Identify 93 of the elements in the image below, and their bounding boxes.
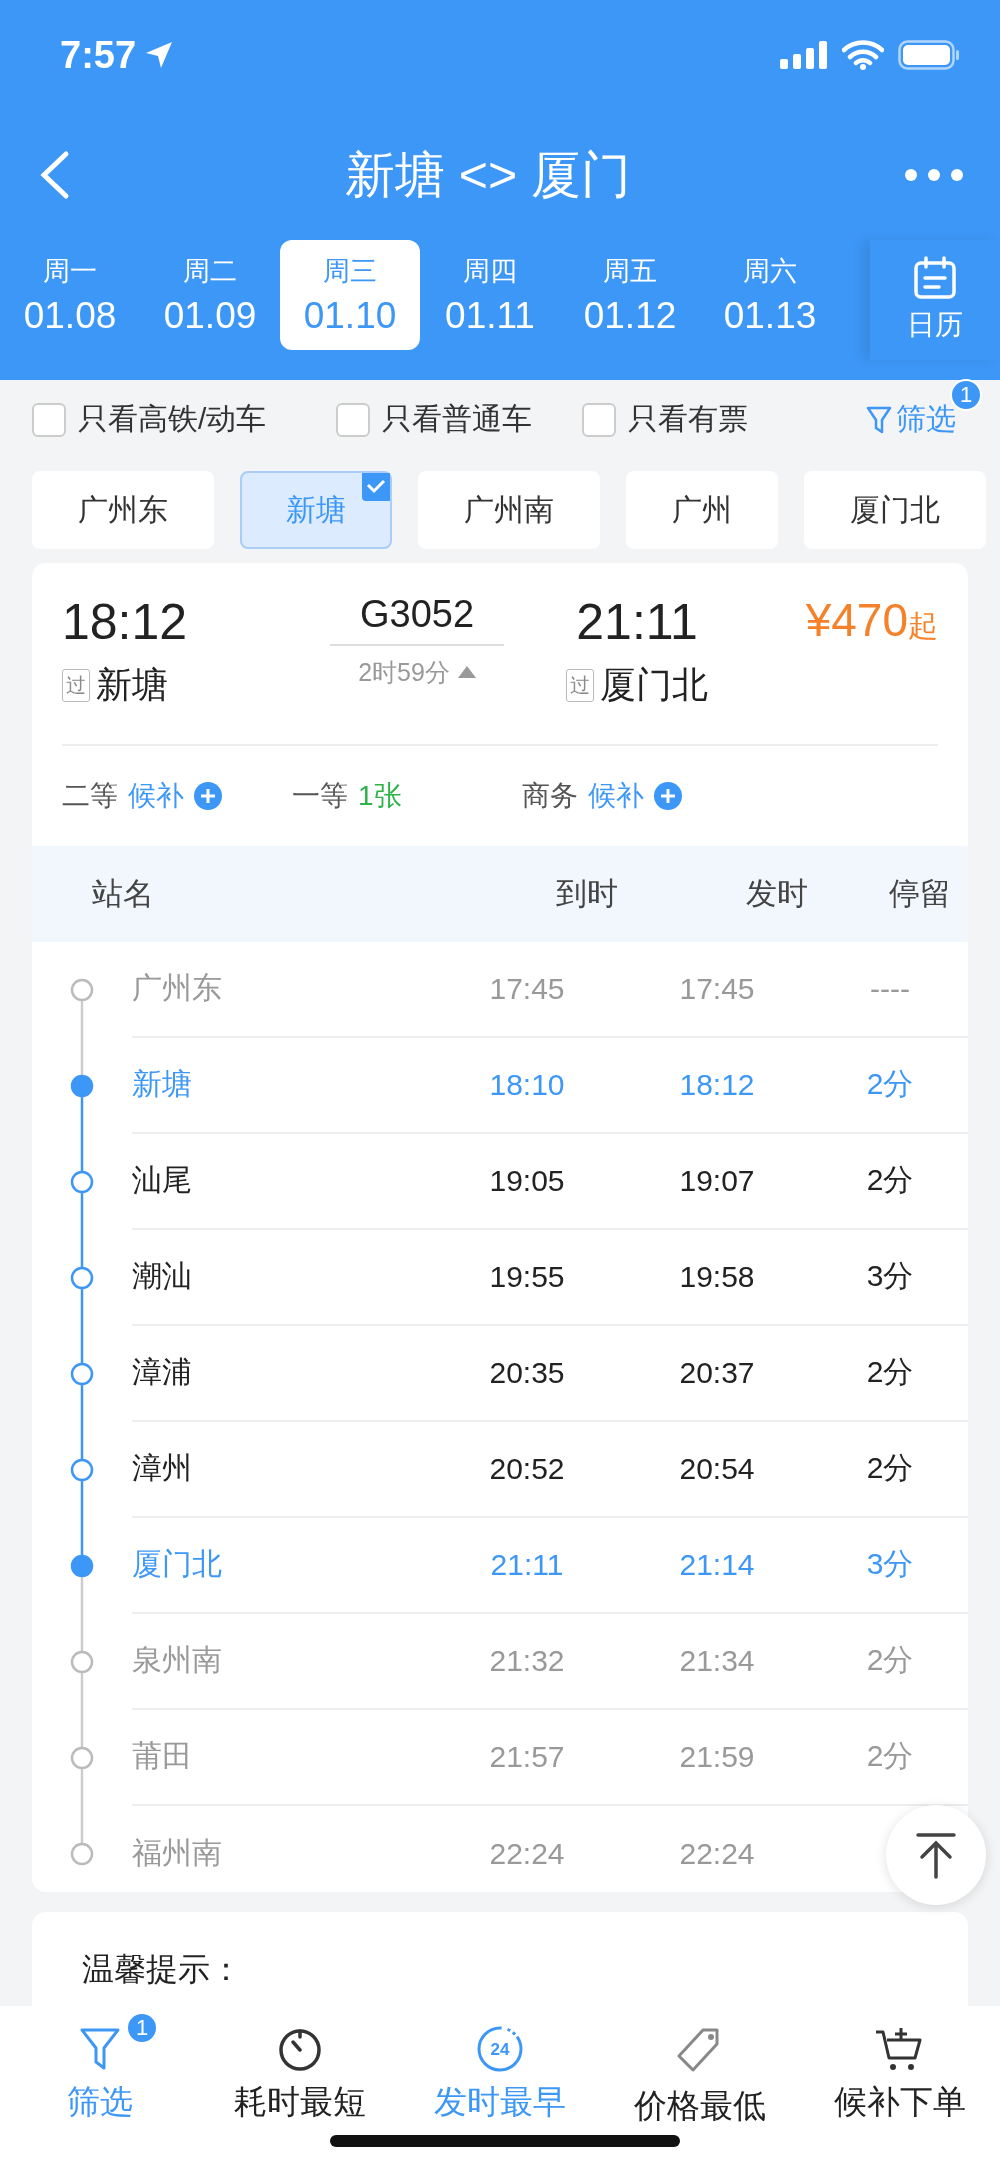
status-time: 7:57 bbox=[60, 33, 175, 77]
station-chip[interactable]: 广州 bbox=[626, 471, 778, 550]
duration-toggle[interactable]: 2时59分 bbox=[358, 655, 476, 689]
wifi-icon bbox=[842, 40, 884, 70]
depart-time-cell-text: 21:34 bbox=[678, 1643, 756, 1678]
station-chip[interactable]: 广州南 bbox=[418, 471, 600, 550]
depart-time-cell-text: 19:07 bbox=[678, 1163, 756, 1198]
date-tab[interactable]: 周三 01.10 bbox=[280, 240, 420, 350]
page-title: 新塘 <> 厦门 bbox=[344, 145, 632, 205]
signal-icon bbox=[780, 41, 828, 69]
filter-checkbox[interactable]: 只看普通车 bbox=[336, 399, 533, 441]
arrive-time-cell-text: 22:24 bbox=[488, 1836, 566, 1871]
stop-duration-cell-text: 2分 bbox=[865, 1066, 915, 1103]
column-header: 停留 bbox=[888, 874, 952, 913]
seat-status: 候补 bbox=[128, 778, 184, 813]
tab-bar-item[interactable]: 候补下单 bbox=[800, 2006, 1000, 2165]
station-name: 厦门北 bbox=[132, 1546, 223, 1583]
seat-class: 商务 bbox=[522, 778, 578, 813]
stop-duration-cell-text: ---- bbox=[869, 971, 911, 1006]
tab-bar-item[interactable]: 耗时最短 bbox=[200, 2006, 400, 2165]
station-name: 漳州 bbox=[132, 1450, 193, 1487]
depart-station: 新塘 bbox=[96, 662, 168, 707]
count-badge: 1 bbox=[126, 2012, 158, 2045]
stop-duration-cell-text: 2分 bbox=[865, 1738, 915, 1775]
stop-duration-cell-text: 2分 bbox=[865, 1354, 915, 1391]
arrive-time-cell-text: 21:11 bbox=[489, 1547, 565, 1582]
date-tab[interactable]: 周五 01.12 bbox=[560, 240, 700, 350]
date-tab[interactable]: 周四 01.11 bbox=[420, 240, 560, 350]
column-header: 站名 bbox=[92, 874, 155, 913]
date-tab[interactable]: 周六 01.13 bbox=[700, 240, 840, 350]
stop-duration-cell-text: 2分 bbox=[865, 1162, 915, 1199]
depart-time-cell-text: 22:24 bbox=[678, 1836, 756, 1871]
pass-tag: 过 bbox=[62, 668, 90, 702]
station-name: 潮汕 bbox=[132, 1258, 193, 1295]
column-header: 到时 bbox=[555, 874, 619, 913]
depart-time-cell-text: 17:45 bbox=[678, 971, 756, 1006]
date-tab[interactable]: 周一 01.08 bbox=[0, 240, 140, 350]
arrive-time-cell-text: 20:52 bbox=[488, 1451, 566, 1486]
pass-tag: 过 bbox=[566, 668, 594, 702]
date-tab[interactable]: 周二 01.09 bbox=[140, 240, 280, 350]
arrive-time-cell-text: 21:57 bbox=[488, 1739, 566, 1774]
seat-status: 1张 bbox=[358, 778, 402, 813]
price: ¥470起 bbox=[805, 592, 938, 647]
station-name: 福州南 bbox=[132, 1835, 223, 1872]
stop-duration-cell-text: 3分 bbox=[865, 1546, 915, 1583]
stop-duration-cell-text: 3分 bbox=[865, 1258, 915, 1295]
arrive-time-cell-text: 19:55 bbox=[488, 1259, 566, 1294]
depart-time-cell-text: 19:58 bbox=[678, 1259, 756, 1294]
filter-checkbox[interactable]: 只看有票 bbox=[582, 399, 749, 441]
station-name: 莆田 bbox=[132, 1738, 193, 1775]
seat-class: 一等 bbox=[292, 778, 348, 813]
seat-class: 二等 bbox=[62, 778, 118, 813]
filter-checkbox[interactable]: 只看高铁/动车 bbox=[32, 399, 267, 441]
arrive-time-cell-text: 18:10 bbox=[488, 1067, 566, 1102]
depart-time-cell-text: 21:14 bbox=[678, 1547, 756, 1582]
arrow-up-icon bbox=[914, 1831, 958, 1879]
tab-bar-item[interactable]: 24 发时最早 bbox=[400, 2006, 600, 2165]
calendar-button[interactable]: 日历 bbox=[870, 240, 1000, 360]
arrive-time-cell-text: 20:35 bbox=[488, 1355, 566, 1390]
triangle-up-icon bbox=[457, 666, 476, 679]
station-chip[interactable]: 新塘 bbox=[240, 471, 392, 550]
station-name: 广州东 bbox=[132, 970, 223, 1007]
train-number: G3052 bbox=[329, 592, 505, 646]
seat-status: 候补 bbox=[588, 778, 644, 813]
add-icon bbox=[194, 781, 222, 810]
station-name: 新塘 bbox=[132, 1066, 193, 1103]
depart-time-cell-text: 20:37 bbox=[678, 1355, 756, 1390]
arrive-time-cell-text: 17:45 bbox=[488, 971, 566, 1006]
more-icon bbox=[904, 168, 964, 182]
arrive-time: 21:11 bbox=[576, 592, 698, 651]
stop-duration-cell-text: 2分 bbox=[865, 1642, 915, 1679]
stop-duration-cell-text: 2分 bbox=[865, 1450, 915, 1487]
battery-icon bbox=[898, 40, 960, 70]
location-arrow-icon bbox=[144, 40, 175, 70]
calendar-icon bbox=[913, 256, 957, 300]
filter-icon bbox=[866, 404, 892, 435]
station-name: 漳浦 bbox=[132, 1354, 193, 1391]
arrive-time-cell-text: 19:05 bbox=[488, 1163, 566, 1198]
depart-time-cell-text: 21:59 bbox=[678, 1739, 756, 1774]
station-name: 泉州南 bbox=[132, 1642, 223, 1679]
tips-title: 温馨提示： bbox=[82, 1951, 242, 1988]
depart-time-cell-text: 18:12 bbox=[678, 1067, 756, 1102]
column-header: 发时 bbox=[745, 874, 809, 913]
station-name: 汕尾 bbox=[132, 1162, 193, 1199]
arrive-station: 厦门北 bbox=[600, 662, 708, 707]
station-chip[interactable]: 厦门北 bbox=[804, 471, 986, 550]
station-chip[interactable]: 广州东 bbox=[32, 471, 214, 550]
tab-bar-item[interactable]: 价格最低 bbox=[600, 2006, 800, 2165]
arrive-time-cell-text: 21:32 bbox=[488, 1643, 566, 1678]
depart-time: 18:12 bbox=[62, 592, 188, 651]
add-icon bbox=[654, 781, 682, 810]
depart-time-cell-text: 20:54 bbox=[678, 1451, 756, 1486]
check-icon bbox=[362, 473, 390, 502]
